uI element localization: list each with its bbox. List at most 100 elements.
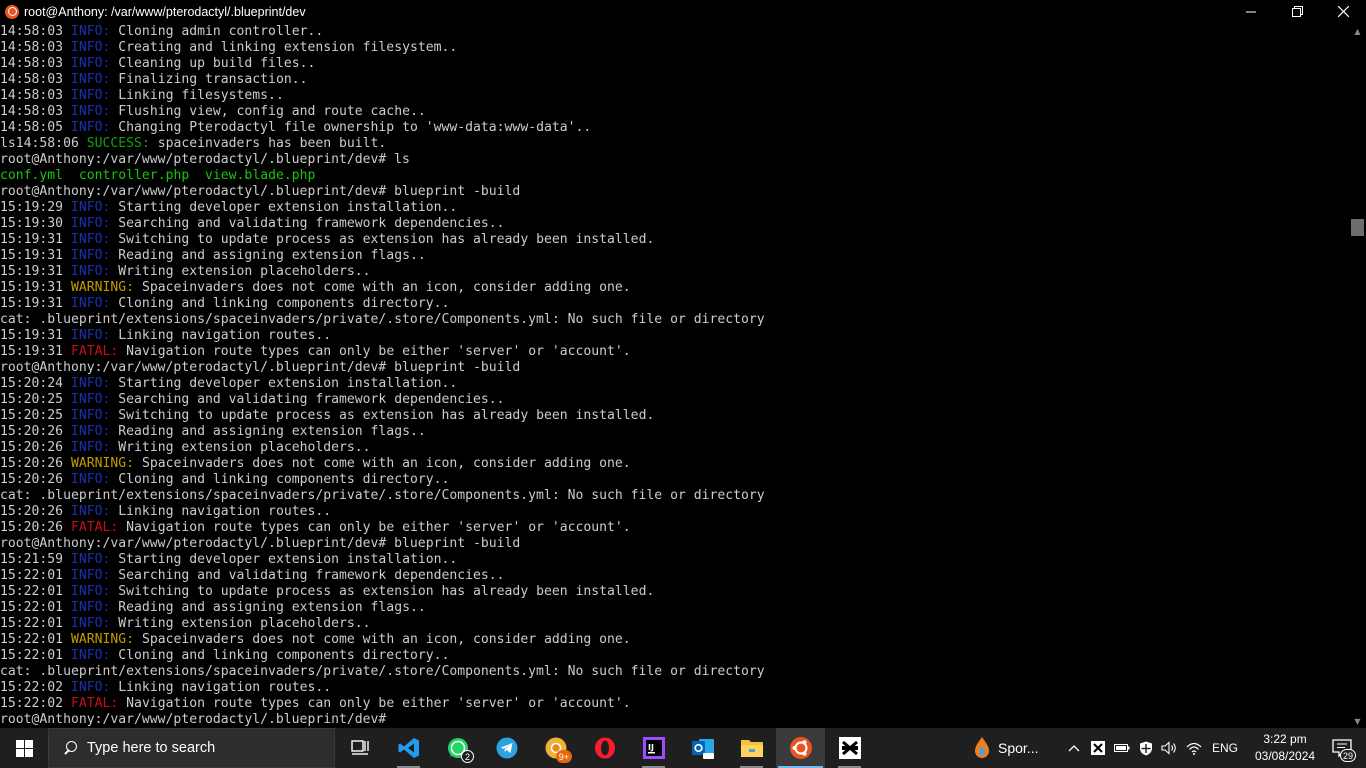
log-level: INFO: — [70, 40, 111, 55]
log-level: WARNING: — [70, 280, 135, 295]
vscode-icon[interactable] — [384, 728, 433, 768]
scroll-down-icon[interactable]: ▼ — [1349, 714, 1366, 728]
taskbar-apps: 2 9+ IJ — [335, 728, 874, 768]
telegram-icon[interactable] — [482, 728, 531, 768]
log-message: Linking navigation routes.. — [118, 680, 332, 695]
terminal-line: root@Anthony:/var/www/pterodactyl/.bluep… — [0, 152, 1348, 168]
terminal-scrollbar[interactable]: ▲ ▼ — [1349, 24, 1366, 728]
log-message: spaceinvaders has been built. — [157, 136, 387, 151]
terminal-line: cat: .blueprint/extensions/spaceinvaders… — [0, 488, 1348, 504]
terminal-output[interactable]: 14:58:03 INFO: Cloning admin controller.… — [0, 24, 1348, 728]
notification-center-button[interactable]: 29 — [1324, 728, 1360, 768]
scroll-up-icon[interactable]: ▲ — [1349, 24, 1366, 38]
log-timestamp: 15:19:31 — [0, 248, 64, 263]
clock-date: 03/08/2024 — [1254, 749, 1316, 763]
log-message: Navigation route types can only be eithe… — [126, 696, 631, 711]
log-message: Writing extension placeholders.. — [118, 616, 371, 631]
log-timestamp: 15:22:01 — [0, 632, 64, 647]
taskbar: Type here to search 2 9+ IJ Spor... ENG … — [0, 728, 1366, 768]
log-message: Linking navigation routes.. — [118, 504, 332, 519]
windows-icon — [15, 739, 33, 757]
security-shield-icon[interactable] — [1134, 728, 1158, 768]
search-icon — [63, 741, 77, 755]
file-entry: controller.php — [78, 168, 190, 183]
log-message: Navigation route types can only be eithe… — [126, 344, 631, 359]
task-view-icon[interactable] — [335, 728, 384, 768]
log-message: Finalizing transaction.. — [118, 72, 308, 87]
ubuntu-icon[interactable] — [776, 728, 825, 768]
log-timestamp: 14:58:03 — [0, 72, 64, 87]
shell-prompt: root@Anthony:/var/www/pterodactyl/.bluep… — [0, 536, 521, 551]
log-message: Cloning and linking components directory… — [118, 296, 450, 311]
language-indicator[interactable]: ENG — [1212, 741, 1238, 755]
terminal-line: 15:20:26 INFO: Reading and assigning ext… — [0, 424, 1348, 440]
log-timestamp: 15:22:01 — [0, 648, 64, 663]
log-message: Reading and assigning extension flags.. — [118, 600, 426, 615]
terminal-line: root@Anthony:/var/www/pterodactyl/.bluep… — [0, 360, 1348, 376]
terminal-line: conf.yml controller.php view.blade.php — [0, 168, 1348, 184]
terminal-line: cat: .blueprint/extensions/spaceinvaders… — [0, 312, 1348, 328]
log-message: Cleaning up build files.. — [118, 56, 316, 71]
log-level: INFO: — [70, 568, 111, 583]
outlook-icon[interactable] — [678, 728, 727, 768]
window-controls — [1228, 0, 1366, 23]
shell-prompt: root@Anthony:/var/www/pterodactyl/.bluep… — [0, 712, 387, 727]
clock[interactable]: 3:22 pm 03/08/2024 — [1246, 731, 1324, 765]
log-message: Spaceinvaders does not come with an icon… — [141, 280, 631, 295]
log-timestamp: 15:20:26 — [0, 520, 64, 535]
title-bar[interactable]: root@Anthony: /var/www/pterodactyl/.blue… — [0, 0, 1366, 23]
terminal-line: 15:22:01 INFO: Searching and validating … — [0, 568, 1348, 584]
chrome-canary-icon[interactable]: 9+ — [531, 728, 580, 768]
terminal-line: 15:22:01 INFO: Reading and assigning ext… — [0, 600, 1348, 616]
terminal-line: cat: .blueprint/extensions/spaceinvaders… — [0, 664, 1348, 680]
log-message: Flushing view, config and route cache.. — [118, 104, 426, 119]
log-level: INFO: — [70, 296, 111, 311]
log-timestamp: 14:58:03 — [0, 88, 64, 103]
system-tray: ENG 3:22 pm 03/08/2024 29 — [1062, 728, 1360, 768]
terminal-line: 15:19:31 INFO: Switching to update proce… — [0, 232, 1348, 248]
log-timestamp: 14:58:05 — [0, 120, 64, 135]
log-timestamp: 15:20:26 — [0, 440, 64, 455]
restore-icon[interactable] — [1274, 0, 1320, 23]
minimize-icon[interactable] — [1228, 0, 1274, 23]
battery-icon[interactable] — [1110, 728, 1134, 768]
log-level: INFO: — [70, 56, 111, 71]
log-message: Switching to update process as extension… — [118, 408, 655, 423]
terminal-line: 15:22:01 WARNING: Spaceinvaders does not… — [0, 632, 1348, 648]
capcut-icon[interactable] — [825, 728, 874, 768]
taskbar-search-box[interactable]: Type here to search — [48, 728, 335, 768]
log-message: Writing extension placeholders.. — [118, 264, 371, 279]
scroll-thumb[interactable] — [1351, 219, 1364, 236]
log-level: INFO: — [70, 440, 111, 455]
log-timestamp: 15:19:31 — [0, 328, 64, 343]
log-message: Writing extension placeholders.. — [118, 440, 371, 455]
clock-time: 3:22 pm — [1263, 732, 1307, 746]
chevron-up-icon[interactable] — [1062, 728, 1086, 768]
log-message: Searching and validating framework depen… — [118, 216, 505, 231]
log-timestamp: 15:20:25 — [0, 392, 64, 407]
weather-widget[interactable]: Spor... — [972, 728, 1038, 768]
whatsapp-icon[interactable]: 2 — [433, 728, 482, 768]
file-explorer-icon[interactable] — [727, 728, 776, 768]
log-level: INFO: — [70, 120, 111, 135]
capcut-tray-icon[interactable] — [1086, 728, 1110, 768]
weather-text: Spor... — [998, 740, 1039, 756]
log-message: Creating and linking extension filesyste… — [118, 40, 458, 55]
close-icon[interactable] — [1320, 0, 1366, 23]
shell-prompt: root@Anthony:/var/www/pterodactyl/.bluep… — [0, 184, 521, 199]
jetbrains-icon[interactable]: IJ — [629, 728, 678, 768]
log-level: WARNING: — [70, 632, 135, 647]
file-entry: view.blade.php — [205, 168, 316, 183]
speaker-icon[interactable] — [1158, 728, 1182, 768]
terminal-line: 15:19:29 INFO: Starting developer extens… — [0, 200, 1348, 216]
log-timestamp: 15:19:29 — [0, 200, 64, 215]
log-timestamp: 15:20:26 — [0, 472, 64, 487]
opera-icon[interactable] — [580, 728, 629, 768]
log-timestamp: 15:20:25 — [0, 408, 64, 423]
wifi-icon[interactable] — [1182, 728, 1206, 768]
terminal-line: 14:58:03 INFO: Finalizing transaction.. — [0, 72, 1348, 88]
log-timestamp: 15:22:01 — [0, 584, 64, 599]
log-timestamp: 15:20:26 — [0, 456, 64, 471]
start-button[interactable] — [0, 728, 48, 768]
log-level: INFO: — [70, 376, 111, 391]
